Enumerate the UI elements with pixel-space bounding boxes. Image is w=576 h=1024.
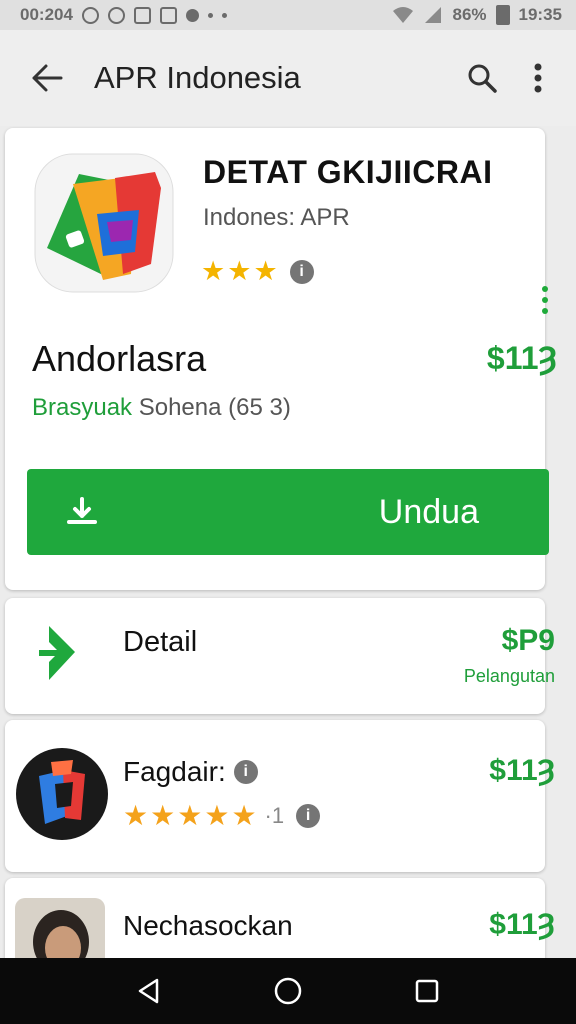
app-logo-icon (34, 153, 174, 293)
app-price: $11Ȝ (486, 340, 557, 376)
developer-name[interactable]: Brasyuak (32, 394, 132, 421)
back-button[interactable] (0, 30, 94, 126)
list-item-title-text: Fagdair: (123, 756, 226, 787)
navigation-bar (0, 958, 576, 1024)
app-title: DETAT GKIJIICRAI (203, 154, 493, 190)
card-more-button[interactable] (535, 284, 555, 316)
back-triangle-icon (139, 978, 159, 1004)
clock-icon (107, 6, 125, 24)
star-icon: ★ (177, 800, 203, 831)
battery-icon (495, 5, 510, 25)
home-circle-icon (274, 977, 302, 1005)
back-arrow-icon (32, 64, 63, 92)
detail-card[interactable]: Detail $P9 Pelangutan (5, 598, 555, 714)
app-rating: ★ ★ ★ i (201, 258, 314, 285)
status-time-left: 00:204 (20, 5, 73, 24)
star-icon: ★ (201, 256, 226, 286)
info-icon[interactable]: i (296, 804, 321, 828)
list-item-price: $11Ȝ (489, 754, 555, 787)
status-bar: 00:204 86% 19:35 (0, 0, 576, 30)
dot-icon (542, 297, 548, 303)
download-icon (27, 469, 137, 555)
app-icon (16, 748, 108, 840)
list-item-rating: ★ ★ ★ ★ ★ ·1 i (123, 800, 321, 831)
list-item-title: Nechasockan (123, 910, 293, 941)
app-bar: APR Indonesia (0, 30, 576, 126)
app-detail-card: DETAT GKIJIICRAI Indones: APR ★ ★ ★ i An… (5, 128, 557, 590)
detail-price: $P9 (501, 624, 555, 657)
list-item-price: $11Ȝ (489, 908, 555, 941)
dot-icon (542, 286, 548, 292)
page-title: APR Indonesia (94, 60, 301, 95)
recents-square-icon (415, 979, 438, 1003)
info-icon[interactable]: i (289, 259, 314, 284)
list-item-title: Fagdair: i (123, 756, 258, 788)
more-options-button[interactable] (510, 30, 566, 126)
record-icon (185, 8, 199, 22)
more-dot-icon (207, 12, 213, 18)
nav-home-button[interactable] (258, 958, 318, 1024)
forward-arrow-icon (39, 626, 75, 680)
signal-icon (425, 7, 442, 23)
more-vert-icon (534, 63, 542, 93)
search-icon (468, 64, 497, 93)
status-time-right: 19:35 (518, 5, 562, 24)
app-name: Andorlasra (32, 338, 207, 379)
star-icon: ★ (123, 800, 149, 831)
search-button[interactable] (454, 30, 510, 126)
notification-icon (81, 6, 99, 24)
star-half-icon: ★ (253, 256, 278, 286)
install-button[interactable]: Undua (27, 469, 549, 555)
info-icon[interactable]: i (233, 760, 258, 784)
dot-icon (542, 308, 548, 314)
nav-back-button[interactable] (119, 958, 179, 1024)
list-item[interactable]: Fagdair: i $11Ȝ ★ ★ ★ ★ ★ ·1 i (5, 720, 555, 872)
star-icon: ★ (204, 800, 230, 831)
app-subtitle: Indones: APR (203, 204, 350, 231)
install-label: Undua (378, 492, 479, 531)
image-icon (133, 6, 151, 24)
battery-percent: 86% (452, 5, 487, 24)
more-dot-icon (221, 12, 227, 18)
rating-text: ·1 (264, 803, 285, 828)
nav-recents-button[interactable] (397, 958, 457, 1024)
developer-line: Brasyuak Sohena (65 3) (32, 394, 291, 422)
wifi-icon (393, 7, 414, 23)
detail-note: Pelangutan (463, 666, 555, 686)
star-empty-icon: ★ (231, 800, 257, 831)
star-icon: ★ (150, 800, 176, 831)
review-count: Sohena (65 3) (138, 394, 291, 421)
app-notification-icon (159, 6, 177, 24)
detail-label: Detail (123, 626, 198, 658)
star-icon: ★ (227, 256, 252, 286)
